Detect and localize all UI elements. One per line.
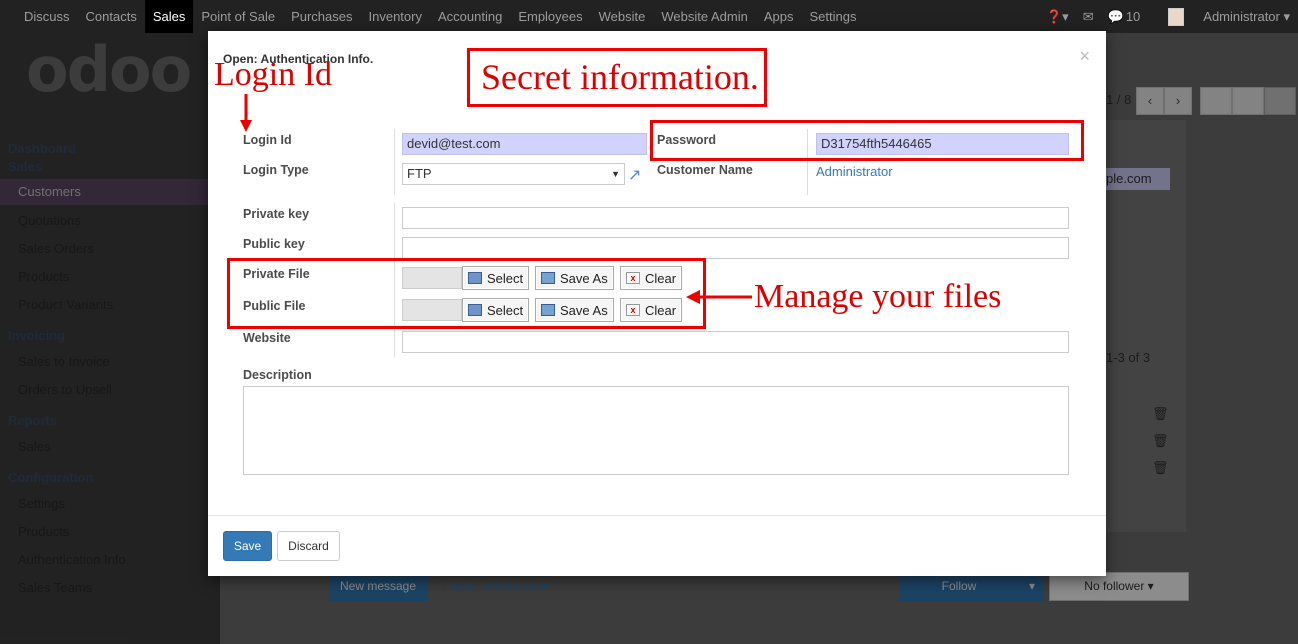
menu-website-admin[interactable]: Website Admin [653, 0, 755, 33]
clear-icon: x [626, 304, 640, 316]
external-link-icon[interactable]: ↗ [628, 165, 641, 185]
private-key-field[interactable] [402, 207, 1069, 229]
password-label: Password [657, 133, 717, 147]
login-type-label: Login Type [243, 163, 309, 177]
description-label: Description [243, 368, 312, 382]
public-file-field [402, 299, 462, 321]
menu-accounting[interactable]: Accounting [430, 0, 510, 33]
menu-point-of-sale[interactable]: Point of Sale [193, 0, 283, 33]
menu-website[interactable]: Website [591, 0, 654, 33]
login-type-select[interactable]: FTP ▼ [402, 163, 625, 185]
app-menu: Discuss Contacts Sales Point of Sale Pur… [16, 0, 864, 33]
chevron-down-icon: ▼ [611, 169, 620, 179]
close-icon[interactable]: × [1079, 46, 1090, 67]
user-name: Administrator [1203, 9, 1280, 24]
menu-discuss[interactable]: Discuss [16, 0, 78, 33]
menu-employees[interactable]: Employees [510, 0, 590, 33]
website-label: Website [243, 331, 291, 345]
annotation-login-id: Login Id [214, 56, 333, 93]
private-key-label: Private key [243, 207, 310, 221]
save-as-label: Save As [560, 270, 608, 286]
avatar [1168, 7, 1185, 26]
help-icon[interactable]: ❓▾ [1046, 9, 1069, 25]
menu-purchases[interactable]: Purchases [283, 0, 360, 33]
private-file-select-button[interactable]: Select [462, 266, 530, 290]
clear-icon: x [626, 272, 640, 284]
save-icon [541, 304, 555, 316]
customer-name-link[interactable]: Administrator [816, 164, 893, 179]
select-label: Select [487, 302, 524, 318]
menu-contacts[interactable]: Contacts [78, 0, 145, 33]
select-label: Select [487, 270, 524, 286]
public-key-field[interactable] [402, 237, 1069, 259]
menu-sales[interactable]: Sales [144, 0, 194, 33]
login-type-value: FTP [407, 166, 432, 181]
mail-icon[interactable]: ✉ [1083, 9, 1094, 25]
annotation-arrow-down [240, 94, 252, 132]
clear-label: Clear [645, 302, 677, 318]
column-divider [807, 129, 808, 195]
top-navbar: Discuss Contacts Sales Point of Sale Pur… [0, 0, 1298, 33]
public-file-select-button[interactable]: Select [462, 298, 530, 322]
folder-icon [468, 304, 482, 316]
discard-button[interactable]: Discard [277, 531, 340, 561]
save-icon [541, 272, 555, 284]
private-file-field [402, 267, 462, 289]
private-file-label: Private File [243, 267, 310, 281]
login-id-field[interactable]: devid@test.com [402, 133, 647, 155]
public-file-save-as-button[interactable]: Save As [535, 298, 614, 322]
public-file-clear-button[interactable]: x Clear [620, 298, 683, 322]
website-field[interactable] [402, 331, 1069, 353]
password-field[interactable]: D31754fth5446465 [816, 133, 1069, 155]
column-divider [394, 129, 395, 195]
menu-settings[interactable]: Settings [801, 0, 864, 33]
login-id-label: Login Id [243, 133, 292, 147]
customer-name-label: Customer Name [657, 163, 753, 177]
save-button[interactable]: Save [223, 531, 272, 561]
annotation-files: Manage your files [754, 278, 1002, 315]
messages-count: 10 [1125, 9, 1141, 24]
private-file-clear-button[interactable]: x Clear [620, 266, 683, 290]
folder-icon [468, 272, 482, 284]
public-key-label: Public key [243, 237, 305, 251]
save-as-label: Save As [560, 302, 608, 318]
chat-icon[interactable]: 💬 10 [1108, 9, 1141, 25]
menu-apps[interactable]: Apps [756, 0, 802, 33]
menu-inventory[interactable]: Inventory [361, 0, 430, 33]
clear-label: Clear [645, 270, 677, 286]
annotation-arrow-left [686, 290, 752, 304]
public-file-label: Public File [243, 299, 306, 313]
private-file-save-as-button[interactable]: Save As [535, 266, 614, 290]
column-divider [394, 203, 395, 357]
description-textarea[interactable] [243, 386, 1069, 475]
annotation-secret: Secret information. [481, 57, 759, 97]
dialog-footer-divider [208, 515, 1106, 516]
systray: ❓▾ ✉ 💬 10 Administrator ▾ [1032, 0, 1298, 33]
user-menu[interactable]: Administrator ▾ [1154, 7, 1290, 26]
